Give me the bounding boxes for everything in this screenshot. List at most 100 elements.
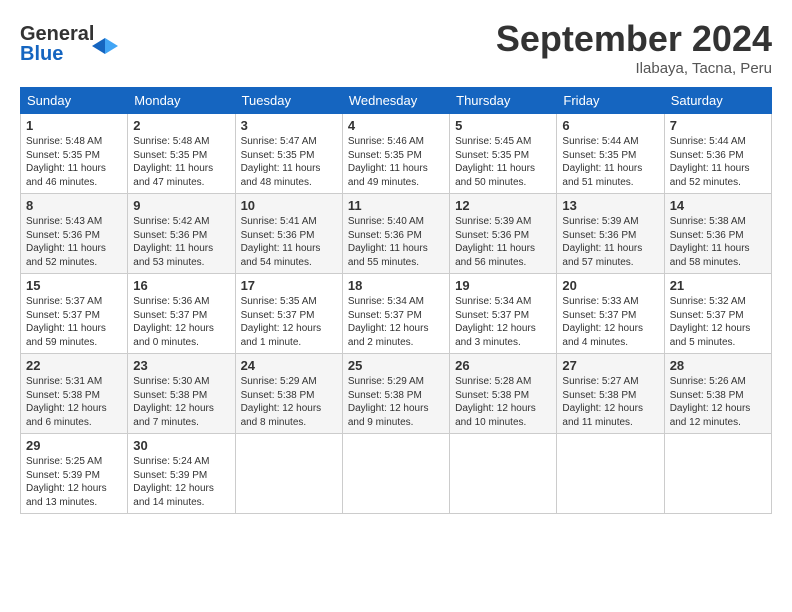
day-info: Sunrise: 5:34 AMSunset: 5:37 PMDaylight:… <box>455 295 551 349</box>
day-info: Sunrise: 5:37 AMSunset: 5:37 PMDaylight:… <box>26 295 122 349</box>
calendar-cell: 22 Sunrise: 5:31 AMSunset: 5:38 PMDayligh… <box>21 354 128 434</box>
day-number: 16 <box>133 278 229 293</box>
calendar-cell <box>235 434 342 514</box>
logo-block: General Blue <box>20 18 120 73</box>
day-headers: Sunday Monday Tuesday Wednesday Thursday… <box>21 88 772 114</box>
header-monday: Monday <box>128 88 235 114</box>
day-info: Sunrise: 5:28 AMSunset: 5:38 PMDaylight:… <box>455 375 551 429</box>
calendar-cell: 10 Sunrise: 5:41 AMSunset: 5:36 PMDayligh… <box>235 194 342 274</box>
day-info: Sunrise: 5:39 AMSunset: 5:36 PMDaylight:… <box>562 215 658 269</box>
day-number: 18 <box>348 278 444 293</box>
calendar-cell: 17Sunrise: 5:35 AMSunset: 5:37 PMDayligh… <box>235 274 342 354</box>
day-info: Sunrise: 5:35 AMSunset: 5:37 PMDaylight:… <box>241 295 337 349</box>
day-number: 4 <box>348 118 444 133</box>
day-info: Sunrise: 5:44 AMSunset: 5:36 PMDaylight:… <box>670 135 766 189</box>
calendar-cell: 4Sunrise: 5:46 AMSunset: 5:35 PMDaylight… <box>342 114 449 194</box>
calendar-cell: 26 Sunrise: 5:28 AMSunset: 5:38 PMDayligh… <box>450 354 557 434</box>
header-wednesday: Wednesday <box>342 88 449 114</box>
day-number: 6 <box>562 118 658 133</box>
calendar-cell: 15 Sunrise: 5:37 AMSunset: 5:37 PMDayligh… <box>21 274 128 354</box>
day-info: Sunrise: 5:29 AMSunset: 5:38 PMDaylight:… <box>241 375 337 429</box>
svg-text:Blue: Blue <box>20 43 63 65</box>
day-info: Sunrise: 5:43 AMSunset: 5:36 PMDaylight:… <box>26 215 122 269</box>
day-info: Sunrise: 5:32 AMSunset: 5:37 PMDaylight:… <box>670 295 766 349</box>
day-info: Sunrise: 5:26 AMSunset: 5:38 PMDaylight:… <box>670 375 766 429</box>
day-info: Sunrise: 5:48 AMSunset: 5:35 PMDaylight:… <box>133 135 229 189</box>
header-thursday: Thursday <box>450 88 557 114</box>
day-number: 1 <box>26 118 122 133</box>
day-number: 22 <box>26 358 122 373</box>
day-info: Sunrise: 5:30 AMSunset: 5:38 PMDaylight:… <box>133 375 229 429</box>
calendar-cell: 21 Sunrise: 5:32 AMSunset: 5:37 PMDayligh… <box>664 274 771 354</box>
calendar-cell: 14Sunrise: 5:38 AMSunset: 5:36 PMDayligh… <box>664 194 771 274</box>
day-number: 25 <box>348 358 444 373</box>
calendar-cell: 25Sunrise: 5:29 AMSunset: 5:38 PMDayligh… <box>342 354 449 434</box>
header-tuesday: Tuesday <box>235 88 342 114</box>
day-number: 13 <box>562 198 658 213</box>
day-info: Sunrise: 5:45 AMSunset: 5:35 PMDaylight:… <box>455 135 551 189</box>
calendar-cell: 20 Sunrise: 5:33 AMSunset: 5:37 PMDayligh… <box>557 274 664 354</box>
calendar-cell: 7 Sunrise: 5:44 AMSunset: 5:36 PMDaylight… <box>664 114 771 194</box>
day-number: 8 <box>26 198 122 213</box>
day-number: 20 <box>562 278 658 293</box>
calendar-cell <box>342 434 449 514</box>
day-info: Sunrise: 5:40 AMSunset: 5:36 PMDaylight:… <box>348 215 444 269</box>
day-number: 30 <box>133 438 229 453</box>
header-sunday: Sunday <box>21 88 128 114</box>
subtitle: Ilabaya, Tacna, Peru <box>496 60 772 77</box>
header: General Blue September 2024 Ilabaya, Tac… <box>20 18 772 77</box>
calendar-cell: 5 Sunrise: 5:45 AMSunset: 5:35 PMDaylight… <box>450 114 557 194</box>
calendar-cell: 11 Sunrise: 5:40 AMSunset: 5:36 PMDayligh… <box>342 194 449 274</box>
day-number: 5 <box>455 118 551 133</box>
day-info: Sunrise: 5:48 AMSunset: 5:35 PMDaylight:… <box>26 135 122 189</box>
day-info: Sunrise: 5:42 AMSunset: 5:36 PMDaylight:… <box>133 215 229 269</box>
calendar-cell: 3 Sunrise: 5:47 AMSunset: 5:35 PMDaylight… <box>235 114 342 194</box>
day-info: Sunrise: 5:36 AMSunset: 5:37 PMDaylight:… <box>133 295 229 349</box>
month-title: September 2024 <box>496 18 772 60</box>
day-number: 7 <box>670 118 766 133</box>
day-info: Sunrise: 5:41 AMSunset: 5:36 PMDaylight:… <box>241 215 337 269</box>
day-number: 2 <box>133 118 229 133</box>
calendar-cell <box>557 434 664 514</box>
day-number: 26 <box>455 358 551 373</box>
calendar-cell: 27Sunrise: 5:27 AMSunset: 5:38 PMDayligh… <box>557 354 664 434</box>
calendar-cell: 1 Sunrise: 5:48 AMSunset: 5:35 PMDaylight… <box>21 114 128 194</box>
day-info: Sunrise: 5:44 AMSunset: 5:35 PMDaylight:… <box>562 135 658 189</box>
calendar-cell: 8 Sunrise: 5:43 AMSunset: 5:36 PMDaylight… <box>21 194 128 274</box>
page-container: General Blue September 2024 Ilabaya, Tac… <box>0 0 792 524</box>
day-info: Sunrise: 5:34 AMSunset: 5:37 PMDaylight:… <box>348 295 444 349</box>
day-info: Sunrise: 5:33 AMSunset: 5:37 PMDaylight:… <box>562 295 658 349</box>
day-info: Sunrise: 5:39 AMSunset: 5:36 PMDaylight:… <box>455 215 551 269</box>
day-info: Sunrise: 5:38 AMSunset: 5:36 PMDaylight:… <box>670 215 766 269</box>
calendar-cell: 29 Sunrise: 5:25 AMSunset: 5:39 PMDayligh… <box>21 434 128 514</box>
day-number: 11 <box>348 198 444 213</box>
svg-text:General: General <box>20 23 94 45</box>
calendar-cell: 6 Sunrise: 5:44 AMSunset: 5:35 PMDaylight… <box>557 114 664 194</box>
calendar-cell: 2 Sunrise: 5:48 AMSunset: 5:35 PMDaylight… <box>128 114 235 194</box>
day-number: 29 <box>26 438 122 453</box>
day-number: 15 <box>26 278 122 293</box>
day-number: 24 <box>241 358 337 373</box>
header-saturday: Saturday <box>664 88 771 114</box>
calendar-cell: 19 Sunrise: 5:34 AMSunset: 5:37 PMDayligh… <box>450 274 557 354</box>
day-number: 9 <box>133 198 229 213</box>
calendar-cell: 9 Sunrise: 5:42 AMSunset: 5:36 PMDaylight… <box>128 194 235 274</box>
calendar-cell: 13 Sunrise: 5:39 AMSunset: 5:36 PMDayligh… <box>557 194 664 274</box>
calendar-cell: 28 Sunrise: 5:26 AMSunset: 5:38 PMDayligh… <box>664 354 771 434</box>
calendar-table: Sunday Monday Tuesday Wednesday Thursday… <box>20 87 772 514</box>
calendar-cell <box>450 434 557 514</box>
day-number: 21 <box>670 278 766 293</box>
calendar-cell: 24 Sunrise: 5:29 AMSunset: 5:38 PMDayligh… <box>235 354 342 434</box>
day-info: Sunrise: 5:25 AMSunset: 5:39 PMDaylight:… <box>26 455 122 509</box>
day-info: Sunrise: 5:31 AMSunset: 5:38 PMDaylight:… <box>26 375 122 429</box>
logo: General Blue <box>20 18 120 73</box>
calendar-cell: 23Sunrise: 5:30 AMSunset: 5:38 PMDayligh… <box>128 354 235 434</box>
header-friday: Friday <box>557 88 664 114</box>
day-number: 19 <box>455 278 551 293</box>
day-number: 3 <box>241 118 337 133</box>
calendar-cell <box>664 434 771 514</box>
day-number: 28 <box>670 358 766 373</box>
day-number: 10 <box>241 198 337 213</box>
calendar-cell: 18 Sunrise: 5:34 AMSunset: 5:37 PMDayligh… <box>342 274 449 354</box>
day-info: Sunrise: 5:47 AMSunset: 5:35 PMDaylight:… <box>241 135 337 189</box>
